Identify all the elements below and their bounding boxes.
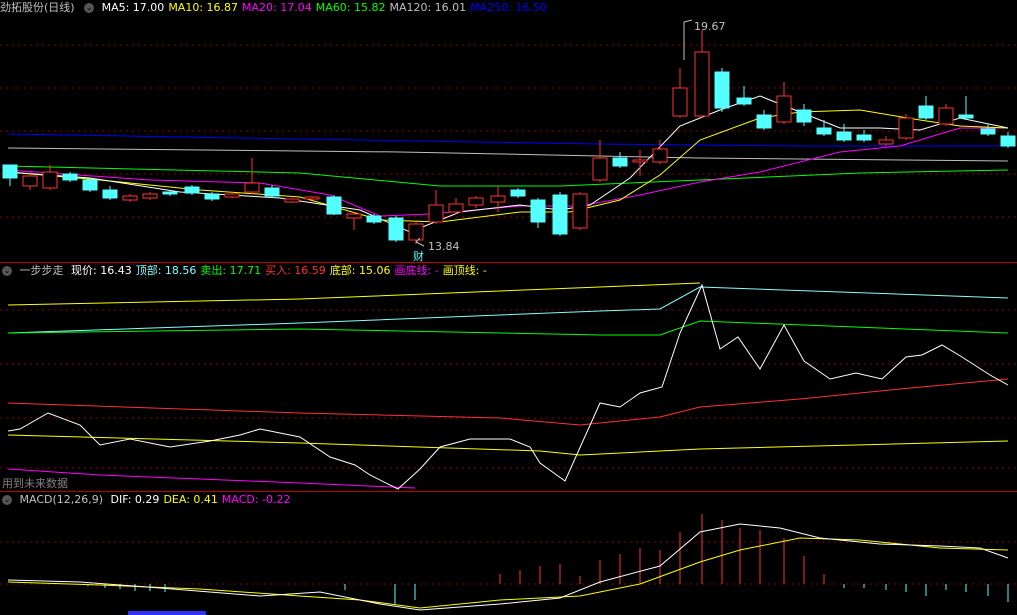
candle-up (572, 193, 588, 229)
legend-item: 卖出: 17.71 (200, 264, 262, 277)
candle-down (856, 134, 872, 141)
candle-up (652, 148, 668, 163)
candle-down (264, 187, 280, 197)
candle-down (1000, 135, 1016, 147)
collapse-icon[interactable]: ⌄ (2, 266, 12, 276)
candle-down (612, 157, 628, 167)
candle-up (694, 51, 710, 117)
price-line (7, 283, 1009, 490)
legend-item: MA120: 16.01 (389, 1, 467, 14)
candle-down (82, 179, 98, 191)
low-price-label: 13.84 (428, 240, 460, 253)
candle-down (388, 217, 404, 241)
macd-chart[interactable] (0, 492, 1017, 615)
candle-up (898, 117, 914, 139)
candle-up (448, 203, 464, 213)
step-legend: 现价: 16.43 顶部: 18.56 卖出: 17.71 买入: 16.59 底部: … (71, 264, 491, 277)
legend-item: 顶部: 18.56 (135, 264, 197, 277)
candlestick-chart[interactable] (0, 0, 1017, 262)
candle-down (184, 186, 200, 194)
candle-down (366, 215, 382, 223)
candle-down (796, 109, 812, 123)
candle-up (224, 193, 240, 198)
price-panel-header: 劲拓股份(日线) ⌄ MA5: 17.00 MA10: 16.87 MA20: 17… (0, 0, 555, 16)
dif-line (7, 523, 1009, 611)
legend-item: MA20: 17.04 (242, 1, 312, 14)
candle-down (958, 114, 974, 119)
candle-down (980, 128, 996, 135)
candle-down (510, 189, 526, 197)
macd-panel-header: ⌄ MACD(12,26,9) DIF: 0.29 DEA: 0.41 MACD: … (0, 492, 299, 508)
candle-down (2, 164, 18, 179)
candle-down (714, 71, 730, 109)
candle-up (142, 193, 158, 199)
step-panel-header: ⌄ 一步步走 现价: 16.43 顶部: 18.56 卖出: 17.71 买入: 16… (0, 263, 495, 279)
candle-up (284, 198, 300, 203)
candle-up (938, 107, 954, 125)
candle-down (552, 194, 568, 235)
candle-up (304, 196, 320, 200)
candle-down (756, 114, 772, 129)
legend-item: 现价: 16.43 (71, 264, 132, 277)
ma20-line (7, 127, 1008, 217)
legend-item: DEA: 0.41 (163, 493, 218, 506)
candle-down (162, 191, 178, 195)
top-yellow-line (7, 282, 701, 306)
step-title: 一步步走 (19, 264, 64, 277)
candle-up (408, 223, 424, 241)
candle-up (468, 197, 484, 206)
candle-up (490, 195, 506, 203)
candle-down (102, 189, 118, 199)
candle-down (836, 131, 852, 141)
legend-item: 买入: 16.59 (265, 264, 326, 277)
candle-up (42, 171, 58, 189)
macd-panel[interactable]: ⌄ MACD(12,26,9) DIF: 0.29 DEA: 0.41 MACD: … (0, 492, 1017, 615)
legend-item: MACD: -0.22 (221, 493, 291, 506)
draw-bottom-line (7, 468, 416, 489)
candle-up (244, 182, 260, 193)
step-indicator-panel[interactable]: ⌄ 一步步走 现价: 16.43 顶部: 18.56 卖出: 17.71 买入: 16… (0, 263, 1017, 491)
collapse-icon[interactable]: ⌄ (2, 495, 12, 505)
dea-line (7, 537, 1009, 609)
future-data-note: 用到未来数据 (2, 477, 68, 490)
legend-item: DIF: 0.29 (110, 493, 160, 506)
candle-down (736, 97, 752, 105)
candle-down (204, 193, 220, 200)
candle-up (346, 213, 362, 219)
ma-legend: MA5: 17.00 MA10: 16.87 MA20: 17.04 MA60: 15… (102, 1, 551, 14)
candle-down (62, 173, 78, 181)
high-price-label: 19.67 (694, 20, 726, 33)
step-indicator-chart[interactable] (0, 263, 1017, 491)
legend-item: MA10: 16.87 (168, 1, 239, 14)
candle-up (22, 175, 38, 187)
price-panel[interactable]: 劲拓股份(日线) ⌄ MA5: 17.00 MA10: 16.87 MA20: 17… (0, 0, 1017, 263)
macd-legend: DIF: 0.29 DEA: 0.41 MACD: -0.22 (111, 493, 295, 506)
stock-title: 劲拓股份(日线) (0, 1, 75, 14)
candle-down (530, 199, 546, 223)
high-marker (683, 19, 693, 60)
legend-item: MA250: 16.50 (470, 1, 547, 14)
candle-up (428, 204, 444, 223)
candle-down (326, 196, 342, 215)
legend-item: 画底线: - (394, 264, 439, 277)
candle-down (816, 127, 832, 135)
legend-item: 底部: 15.06 (329, 264, 391, 277)
collapse-icon[interactable]: ⌄ (84, 3, 95, 13)
legend-item: MA60: 15.82 (315, 1, 386, 14)
candle-up (122, 195, 138, 201)
candle-up (632, 159, 648, 163)
date-marker (128, 611, 206, 615)
candle-down (918, 105, 934, 119)
ma60-line (7, 165, 1009, 187)
candle-up (672, 87, 688, 117)
legend-item: 画顶线: - (442, 264, 487, 277)
candle-up (878, 139, 894, 145)
macd-title: MACD(12,26,9) (19, 493, 104, 506)
ma5-line (7, 95, 1009, 233)
ma10-line (7, 109, 1009, 223)
candle-up (592, 157, 608, 181)
legend-item: MA5: 17.00 (101, 1, 165, 14)
candle-up (776, 95, 792, 123)
